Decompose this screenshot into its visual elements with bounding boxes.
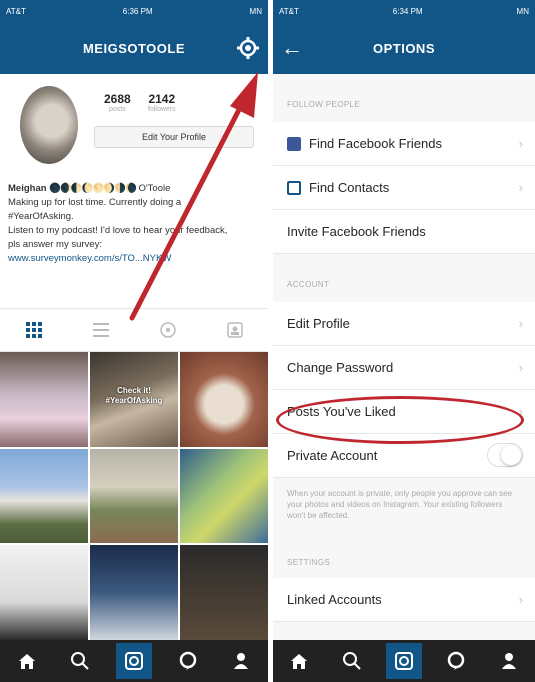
stat-followers[interactable]: 2142 followers <box>148 92 176 113</box>
bio-line: Making up for lost time. Currently doing… <box>8 197 182 208</box>
options-navbar: ← OPTIONS <box>273 22 535 74</box>
chevron-right-icon: › <box>518 592 523 607</box>
gear-icon[interactable] <box>236 36 260 60</box>
time-label: 6:36 PM <box>122 6 153 16</box>
time-label: 6:34 PM <box>392 6 423 16</box>
stat-number: 2688 <box>104 92 131 106</box>
row-label: Private Account <box>287 448 378 463</box>
row-label: Invite Facebook Friends <box>287 224 426 239</box>
photo-thumbnail[interactable] <box>180 352 268 447</box>
bio-name: Meighan <box>8 183 47 194</box>
row-label: Edit Profile <box>287 316 350 331</box>
profile-view-tabs <box>0 308 268 352</box>
chevron-right-icon: › <box>518 180 523 195</box>
stat-label: posts <box>108 106 126 113</box>
row-label: Find Contacts <box>309 180 390 195</box>
grid-icon[interactable] <box>24 321 44 339</box>
chevron-right-icon: › <box>518 316 523 331</box>
find-facebook-friends-row[interactable]: Find Facebook Friends › <box>273 122 535 166</box>
status-bar: AT&T 6:34 PM MN <box>273 0 535 22</box>
photo-thumbnail[interactable] <box>0 448 88 544</box>
stat-label: followers <box>148 106 176 113</box>
profile-navbar: MEIGSOTOOLE <box>0 22 268 74</box>
location-icon[interactable] <box>158 321 178 339</box>
section-header-account: ACCOUNT <box>287 280 330 289</box>
bio-link[interactable]: www.surveymonkey.com/s/TO...NYKW <box>8 252 258 266</box>
home-icon[interactable] <box>9 643 45 679</box>
bio-line: #YearOfAsking. <box>8 211 74 222</box>
private-account-note: When your account is private, only peopl… <box>287 489 513 520</box>
contacts-icon <box>287 180 301 195</box>
profile-bio: Meighan 🌑🌒🌓🌔🌕🌖🌗🌘 O'Toole Making up for l… <box>8 182 258 266</box>
invite-facebook-friends-row[interactable]: Invite Facebook Friends <box>273 210 535 254</box>
chevron-right-icon: › <box>518 136 523 151</box>
avatar[interactable] <box>20 86 78 164</box>
options-title: OPTIONS <box>372 40 435 56</box>
facebook-icon <box>287 136 301 151</box>
activity-icon[interactable] <box>170 643 206 679</box>
row-label: Linked Accounts <box>287 592 382 607</box>
profile-icon[interactable] <box>223 643 259 679</box>
photo-thumbnail[interactable]: Check it! #YearOfAsking <box>90 352 178 447</box>
stat-posts[interactable]: 2688 posts <box>104 92 131 113</box>
section-header-follow-people: FOLLOW PEOPLE <box>287 100 361 109</box>
edit-profile-button[interactable]: Edit Your Profile <box>94 126 254 148</box>
profile-header: 2688 posts 2142 followers Edit Your Prof… <box>0 74 268 308</box>
find-contacts-row[interactable]: Find Contacts › <box>273 166 535 210</box>
edit-profile-row[interactable]: Edit Profile › <box>273 302 535 346</box>
carrier-label: AT&T <box>279 6 299 16</box>
photo-thumbnail[interactable] <box>90 545 178 640</box>
bio-line: pls answer my survey: <box>8 239 102 250</box>
home-icon[interactable] <box>281 643 317 679</box>
list-icon[interactable] <box>91 321 111 339</box>
photo-thumbnail[interactable] <box>0 545 88 640</box>
camera-icon[interactable] <box>115 643 152 679</box>
username-title: MEIGSOTOOLE <box>82 40 186 56</box>
photo-thumbnail[interactable] <box>90 448 178 544</box>
row-label: Change Password <box>287 360 394 375</box>
camera-icon[interactable] <box>385 643 422 679</box>
photo-grid: Check it! #YearOfAsking <box>0 352 268 640</box>
back-arrow-icon[interactable]: ← <box>281 34 303 62</box>
carrier-label: AT&T <box>6 6 26 16</box>
status-bar: AT&T 6:36 PM MN <box>0 0 268 22</box>
change-password-row[interactable]: Change Password › <box>273 346 535 390</box>
highlight-ellipse <box>276 396 524 444</box>
tagged-icon[interactable] <box>225 321 245 339</box>
photo-thumbnail[interactable] <box>0 352 88 447</box>
photo-thumbnail[interactable] <box>180 545 268 640</box>
search-icon[interactable] <box>334 643 370 679</box>
bottom-tab-bar <box>273 640 535 682</box>
bio-line: Listen to my podcast! I'd love to hear y… <box>8 225 228 236</box>
linked-accounts-row[interactable]: Linked Accounts › <box>273 578 535 622</box>
bio-name-suffix: O'Toole <box>138 183 171 194</box>
profile-screen: AT&T 6:36 PM MN MEIGSOTOOLE 2688 posts 2… <box>0 0 268 682</box>
private-account-toggle[interactable] <box>487 443 523 467</box>
battery-label: MN <box>249 6 262 16</box>
search-icon[interactable] <box>62 643 98 679</box>
section-header-settings: SETTINGS <box>287 558 331 567</box>
photo-thumbnail[interactable] <box>180 448 268 544</box>
row-label: Find Facebook Friends <box>309 136 442 151</box>
chevron-right-icon: › <box>518 360 523 375</box>
profile-icon[interactable] <box>491 643 527 679</box>
battery-label: MN <box>516 6 529 16</box>
options-screen: AT&T 6:34 PM MN ← OPTIONS FOLLOW PEOPLE … <box>273 0 535 682</box>
photo-caption: Check it! #YearOfAsking <box>105 386 163 405</box>
moon-phases-emoji: 🌑🌒🌓🌔🌕🌖🌗🌘 <box>49 183 137 194</box>
bottom-tab-bar <box>0 640 268 682</box>
activity-icon[interactable] <box>438 643 474 679</box>
stat-number: 2142 <box>148 92 176 106</box>
